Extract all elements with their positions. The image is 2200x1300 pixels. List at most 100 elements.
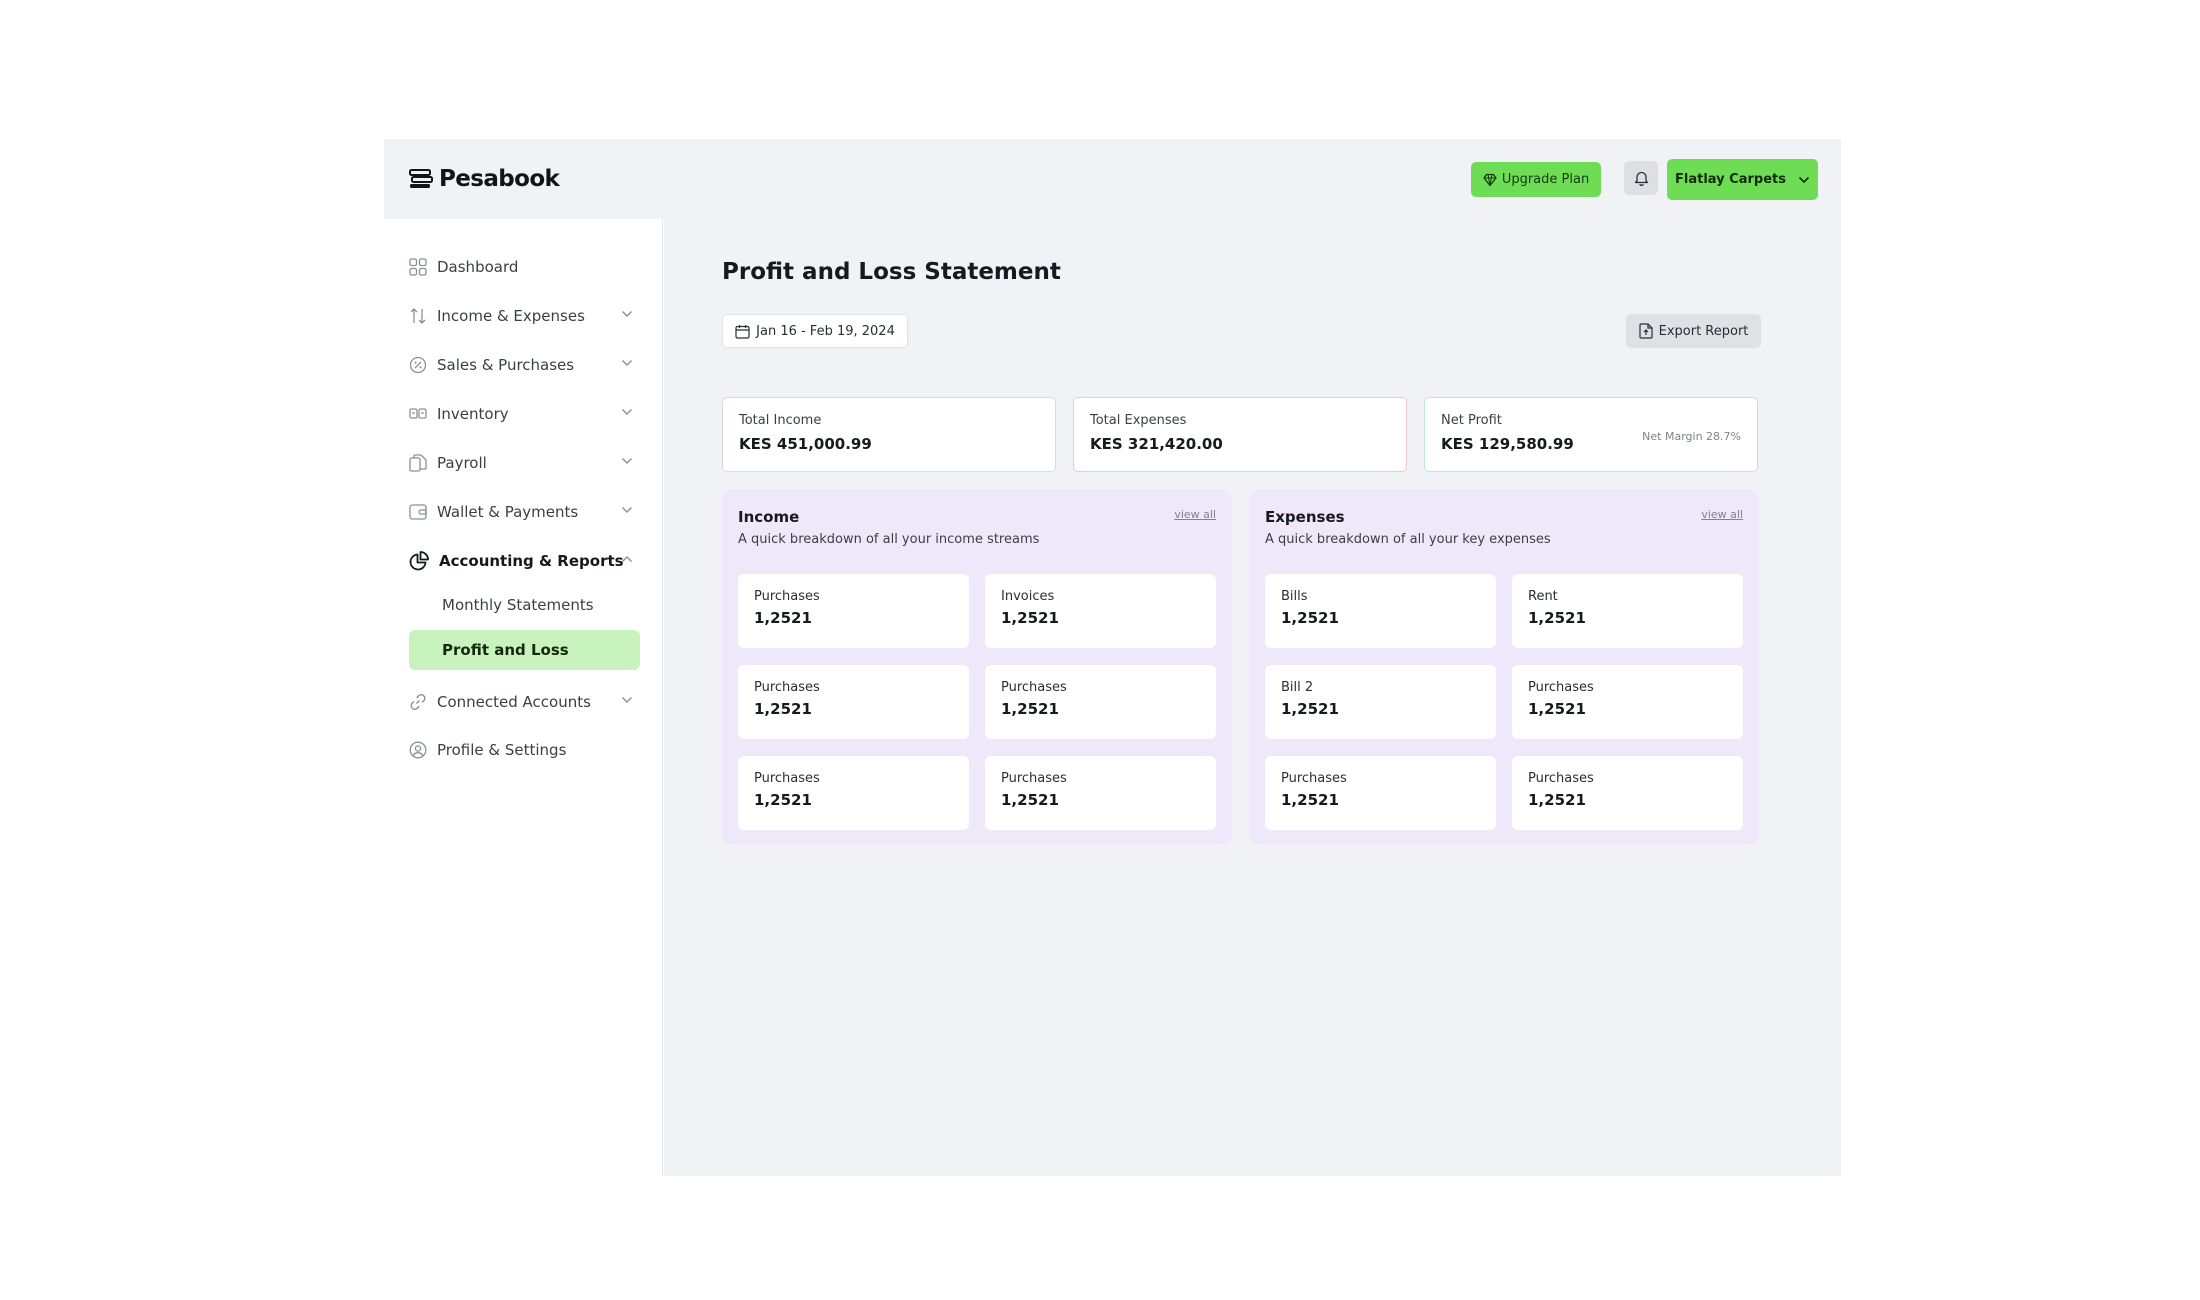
documents-icon xyxy=(409,454,427,472)
inventory-icon xyxy=(409,408,427,419)
logo-icon xyxy=(409,169,433,188)
sidebar-item-payroll[interactable]: Payroll xyxy=(409,448,639,478)
expenses-view-all-link[interactable]: view all xyxy=(1701,508,1743,521)
notifications-button[interactable] xyxy=(1624,161,1658,195)
expenses-panel: Expenses A quick breakdown of all your k… xyxy=(1249,490,1759,845)
income-tile[interactable]: Purchases 1,2521 xyxy=(738,574,969,648)
sidebar-item-inventory[interactable]: Inventory xyxy=(409,399,639,429)
sidebar-item-accounting-reports[interactable]: Accounting & Reports xyxy=(409,546,639,576)
expense-tile[interactable]: Purchases 1,2521 xyxy=(1512,756,1743,830)
stat-label: Net Profit xyxy=(1441,413,1502,428)
logo[interactable]: Pesabook xyxy=(409,165,560,193)
tag-circle-icon xyxy=(409,356,427,374)
brand-name: Pesabook xyxy=(439,166,560,192)
expense-tile[interactable]: Purchases 1,2521 xyxy=(1265,756,1496,830)
bell-icon xyxy=(1634,171,1648,186)
sidebar-subitem-label: Monthly Statements xyxy=(442,596,594,614)
date-range-picker[interactable]: Jan 16 - Feb 19, 2024 xyxy=(722,314,908,348)
tile-label: Purchases xyxy=(754,680,820,695)
tile-value: 1,2521 xyxy=(1001,791,1059,809)
wallet-icon xyxy=(409,504,427,520)
export-report-button[interactable]: Export Report xyxy=(1626,314,1761,348)
chevron-down-icon xyxy=(622,697,632,703)
sidebar: Dashboard Income & Expenses Sales & Purc… xyxy=(384,219,663,1176)
income-tile[interactable]: Purchases 1,2521 xyxy=(738,665,969,739)
stat-label: Total Expenses xyxy=(1090,413,1187,428)
income-tile[interactable]: Purchases 1,2521 xyxy=(738,756,969,830)
panel-subtitle: A quick breakdown of all your income str… xyxy=(738,532,1040,547)
expense-tile[interactable]: Bill 2 1,2521 xyxy=(1265,665,1496,739)
sidebar-subitem-label: Profit and Loss xyxy=(442,641,569,659)
sidebar-item-profile-settings[interactable]: Profile & Settings xyxy=(409,735,639,765)
expense-tile[interactable]: Purchases 1,2521 xyxy=(1512,665,1743,739)
chevron-down-icon xyxy=(1798,176,1810,183)
sidebar-item-wallet-payments[interactable]: Wallet & Payments xyxy=(409,497,639,527)
pie-chart-icon xyxy=(409,551,429,571)
tile-label: Purchases xyxy=(1001,771,1067,786)
tile-label: Purchases xyxy=(1001,680,1067,695)
chevron-up-icon xyxy=(622,556,632,562)
panel-subtitle: A quick breakdown of all your key expens… xyxy=(1265,532,1551,547)
date-range-label: Jan 16 - Feb 19, 2024 xyxy=(756,323,895,339)
stat-value: KES 451,000.99 xyxy=(739,435,872,453)
stat-label: Total Income xyxy=(739,413,822,428)
tile-value: 1,2521 xyxy=(1281,700,1339,718)
income-panel: Income A quick breakdown of all your inc… xyxy=(722,490,1232,845)
tile-value: 1,2521 xyxy=(1528,609,1586,627)
sidebar-item-label: Dashboard xyxy=(437,258,519,276)
tile-value: 1,2521 xyxy=(1528,700,1586,718)
tile-label: Purchases xyxy=(754,589,820,604)
expense-tile[interactable]: Rent 1,2521 xyxy=(1512,574,1743,648)
chevron-down-icon xyxy=(622,458,632,464)
grid-icon xyxy=(409,258,427,276)
tile-value: 1,2521 xyxy=(1001,609,1059,627)
sidebar-item-label: Profile & Settings xyxy=(437,741,567,759)
tile-value: 1,2521 xyxy=(1281,791,1339,809)
panel-title: Income xyxy=(738,508,800,526)
sidebar-item-label: Accounting & Reports xyxy=(439,552,624,570)
panel-title: Expenses xyxy=(1265,508,1345,526)
arrows-updown-icon xyxy=(410,308,426,324)
tile-label: Rent xyxy=(1528,589,1558,604)
main-content: Profit and Loss Statement Jan 16 - Feb 1… xyxy=(664,219,1841,1176)
expense-tile[interactable]: Bills 1,2521 xyxy=(1265,574,1496,648)
sidebar-item-connected-accounts[interactable]: Connected Accounts xyxy=(409,687,639,717)
page-title: Profit and Loss Statement xyxy=(722,259,1061,285)
company-selector[interactable]: Flatlay Carpets xyxy=(1667,159,1818,200)
sidebar-item-dashboard[interactable]: Dashboard xyxy=(409,252,639,282)
sidebar-item-income-expenses[interactable]: Income & Expenses xyxy=(409,301,639,331)
income-tile[interactable]: Purchases 1,2521 xyxy=(985,756,1216,830)
income-tile[interactable]: Invoices 1,2521 xyxy=(985,574,1216,648)
sidebar-subitem-monthly-statements[interactable]: Monthly Statements xyxy=(409,585,640,625)
stat-value: KES 321,420.00 xyxy=(1090,435,1223,453)
top-bar: Pesabook Upgrade Plan Flatlay Carpets xyxy=(384,139,1841,219)
upgrade-plan-button[interactable]: Upgrade Plan xyxy=(1471,162,1601,197)
income-view-all-link[interactable]: view all xyxy=(1174,508,1216,521)
tile-value: 1,2521 xyxy=(754,700,812,718)
total-expenses-card: Total Expenses KES 321,420.00 xyxy=(1073,397,1407,472)
link-icon xyxy=(410,694,426,710)
sidebar-item-sales-purchases[interactable]: Sales & Purchases xyxy=(409,350,639,380)
net-profit-card: Net Profit KES 129,580.99 Net Margin 28.… xyxy=(1424,397,1758,472)
company-name: Flatlay Carpets xyxy=(1675,172,1786,187)
calendar-icon xyxy=(735,324,750,339)
sidebar-item-label: Sales & Purchases xyxy=(437,356,575,374)
total-income-card: Total Income KES 451,000.99 xyxy=(722,397,1056,472)
export-report-label: Export Report xyxy=(1658,323,1749,339)
sidebar-item-label: Income & Expenses xyxy=(437,307,585,325)
chevron-down-icon xyxy=(622,360,632,366)
sidebar-item-label: Wallet & Payments xyxy=(437,503,579,521)
net-margin-note: Net Margin 28.7% xyxy=(1642,430,1741,443)
app-window: Pesabook Upgrade Plan Flatlay Carpets Da… xyxy=(384,139,1841,1176)
sidebar-item-label: Payroll xyxy=(437,454,487,472)
chevron-down-icon xyxy=(622,507,632,513)
sidebar-item-label: Inventory xyxy=(437,405,509,423)
chevron-down-icon xyxy=(622,409,632,415)
tile-label: Purchases xyxy=(1528,680,1594,695)
sidebar-subitem-profit-loss[interactable]: Profit and Loss xyxy=(409,630,640,670)
income-tile[interactable]: Purchases 1,2521 xyxy=(985,665,1216,739)
chevron-down-icon xyxy=(622,311,632,317)
file-export-icon xyxy=(1639,323,1653,339)
tile-value: 1,2521 xyxy=(1281,609,1339,627)
diamond-icon xyxy=(1483,173,1497,186)
